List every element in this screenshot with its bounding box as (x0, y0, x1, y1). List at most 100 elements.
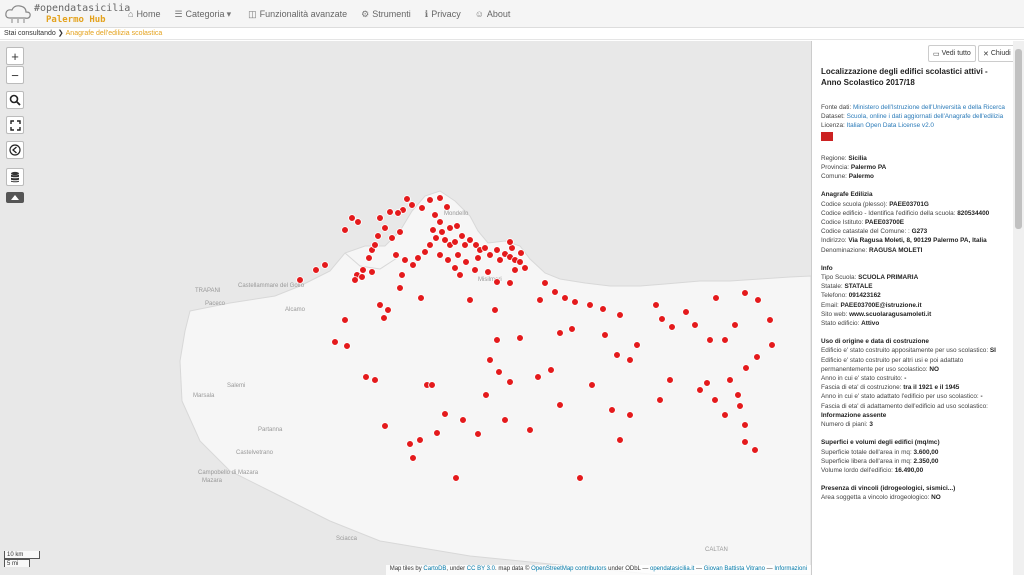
school-marker[interactable] (753, 353, 761, 361)
scrollbar-thumb[interactable] (1015, 49, 1022, 229)
school-marker[interactable] (358, 273, 366, 281)
school-marker[interactable] (296, 276, 304, 284)
school-marker[interactable] (453, 222, 461, 230)
school-marker[interactable] (376, 301, 384, 309)
school-marker[interactable] (551, 288, 559, 296)
school-marker[interactable] (409, 454, 417, 462)
school-marker[interactable] (368, 268, 376, 276)
school-marker[interactable] (354, 218, 362, 226)
school-marker[interactable] (652, 301, 660, 309)
school-marker[interactable] (443, 203, 451, 211)
school-marker[interactable] (561, 294, 569, 302)
school-marker[interactable] (616, 311, 624, 319)
school-marker[interactable] (444, 256, 452, 264)
attrib-link-license[interactable]: CC BY 3.0 (467, 566, 495, 572)
school-marker[interactable] (392, 251, 400, 259)
school-marker[interactable] (432, 234, 440, 242)
school-marker[interactable] (726, 376, 734, 384)
school-marker[interactable] (576, 474, 584, 482)
school-marker[interactable] (666, 376, 674, 384)
school-marker[interactable] (416, 436, 424, 444)
school-marker[interactable] (398, 271, 406, 279)
school-marker[interactable] (536, 296, 544, 304)
school-marker[interactable] (436, 218, 444, 226)
school-marker[interactable] (396, 284, 404, 292)
school-marker[interactable] (426, 196, 434, 204)
school-marker[interactable] (568, 325, 576, 333)
school-marker[interactable] (742, 364, 750, 372)
school-marker[interactable] (451, 238, 459, 246)
school-marker[interactable] (741, 438, 749, 446)
school-marker[interactable] (331, 338, 339, 346)
locate-button[interactable] (6, 141, 24, 159)
school-marker[interactable] (388, 234, 396, 242)
school-marker[interactable] (374, 232, 382, 240)
attrib-link-site[interactable]: opendatasicilia.it (650, 566, 694, 572)
school-marker[interactable] (626, 411, 634, 419)
school-marker[interactable] (506, 238, 514, 246)
school-marker[interactable] (691, 321, 699, 329)
school-marker[interactable] (586, 301, 594, 309)
school-marker[interactable] (406, 440, 414, 448)
nav-privacy[interactable]: ℹ Privacy (425, 9, 461, 20)
zoom-in-button[interactable]: + (6, 47, 24, 65)
school-marker[interactable] (556, 401, 564, 409)
school-marker[interactable] (386, 208, 394, 216)
school-marker[interactable] (656, 396, 664, 404)
school-marker[interactable] (381, 224, 389, 232)
fullscreen-button[interactable] (6, 116, 24, 134)
school-marker[interactable] (466, 296, 474, 304)
school-marker[interactable] (493, 336, 501, 344)
school-marker[interactable] (493, 278, 501, 286)
school-marker[interactable] (741, 421, 749, 429)
info-link[interactable]: Italian Open Data License v2.0 (847, 122, 934, 129)
school-marker[interactable] (668, 323, 676, 331)
school-marker[interactable] (454, 251, 462, 259)
attrib-link-info[interactable]: Informazioni (774, 566, 807, 572)
school-marker[interactable] (343, 342, 351, 350)
school-marker[interactable] (599, 305, 607, 313)
school-marker[interactable] (401, 256, 409, 264)
school-marker[interactable] (381, 422, 389, 430)
map-canvas[interactable]: TRAPANI Castellammare del Golfo Paceco A… (0, 41, 811, 575)
school-marker[interactable] (501, 416, 509, 424)
view-all-button[interactable]: ▭ Vedi tutto (928, 45, 976, 62)
info-link[interactable]: Ministero dell'Istruzione dell'Universit… (853, 104, 1005, 111)
school-marker[interactable] (421, 248, 429, 256)
school-marker[interactable] (754, 296, 762, 304)
school-marker[interactable] (626, 356, 634, 364)
school-marker[interactable] (433, 429, 441, 437)
school-marker[interactable] (414, 254, 422, 262)
school-marker[interactable] (486, 356, 494, 364)
school-marker[interactable] (359, 266, 367, 274)
school-marker[interactable] (734, 391, 742, 399)
nav-about[interactable]: ☺ About (475, 9, 511, 19)
school-marker[interactable] (696, 386, 704, 394)
school-marker[interactable] (431, 211, 439, 219)
school-marker[interactable] (547, 366, 555, 374)
school-marker[interactable] (371, 241, 379, 249)
school-marker[interactable] (706, 336, 714, 344)
nav-categoria[interactable]: ☰ Categoria ▾ (174, 9, 234, 20)
school-marker[interactable] (633, 341, 641, 349)
school-marker[interactable] (712, 294, 720, 302)
school-marker[interactable] (394, 209, 402, 217)
school-marker[interactable] (682, 308, 690, 316)
school-marker[interactable] (608, 406, 616, 414)
school-marker[interactable] (541, 279, 549, 287)
school-marker[interactable] (446, 224, 454, 232)
school-marker[interactable] (459, 416, 467, 424)
school-marker[interactable] (426, 241, 434, 249)
school-marker[interactable] (571, 298, 579, 306)
school-marker[interactable] (376, 214, 384, 222)
search-button[interactable] (6, 91, 24, 109)
school-marker[interactable] (741, 289, 749, 297)
school-marker[interactable] (534, 373, 542, 381)
school-marker[interactable] (436, 194, 444, 202)
license-logo-icon[interactable] (821, 131, 833, 141)
school-marker[interactable] (731, 321, 739, 329)
school-marker[interactable] (516, 334, 524, 342)
school-marker[interactable] (484, 268, 492, 276)
school-marker[interactable] (526, 426, 534, 434)
school-marker[interactable] (491, 306, 499, 314)
